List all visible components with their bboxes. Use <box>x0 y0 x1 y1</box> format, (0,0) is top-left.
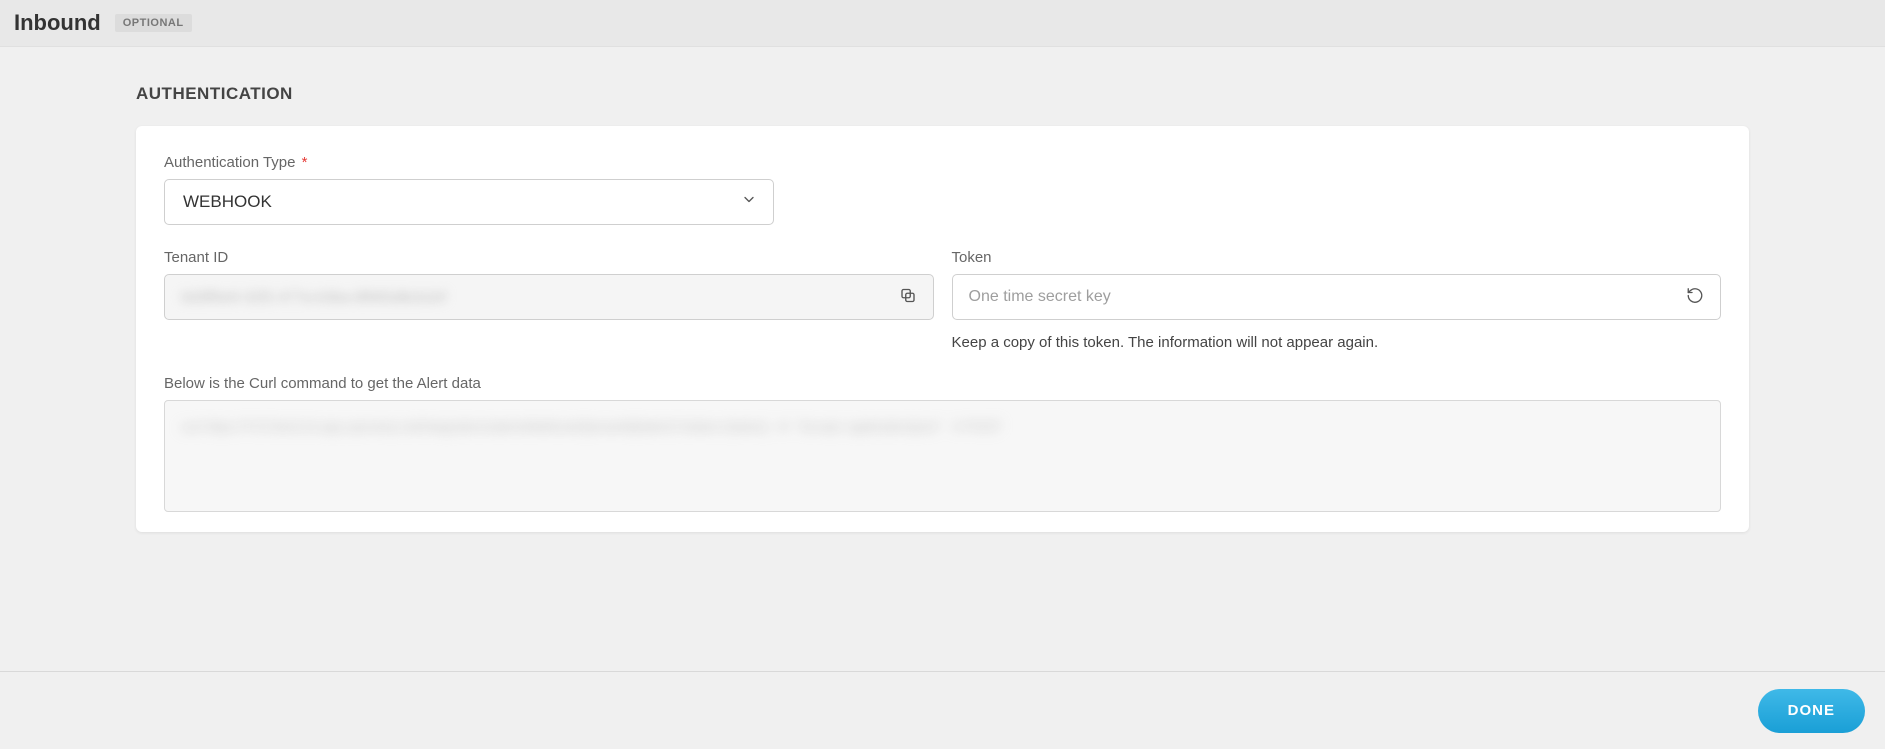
scroll-area[interactable]: AUTHENTICATION Authentication Type * WEB… <box>0 48 1885 671</box>
tenant-id-value: 0d3ff0e9-32f2-477a-b3ba-8f965d8cb2ef <box>181 289 446 306</box>
auth-card: Authentication Type * WEBHOOK Tenant ID <box>136 126 1749 532</box>
content-wrap: AUTHENTICATION Authentication Type * WEB… <box>0 48 1885 532</box>
copy-icon <box>899 287 917 308</box>
optional-badge: OPTIONAL <box>115 14 192 32</box>
regenerate-button[interactable] <box>1682 283 1708 312</box>
copy-button[interactable] <box>895 283 921 312</box>
curl-command-box[interactable]: curl https://YCC/tenit.int.app.opsramp.n… <box>164 400 1721 512</box>
token-label: Token <box>952 249 1722 266</box>
tenant-id-input-wrap: 0d3ff0e9-32f2-477a-b3ba-8f965d8cb2ef <box>164 274 934 320</box>
curl-command-text: curl https://YCC/tenit.int.app.opsramp.n… <box>181 415 1704 440</box>
chevron-down-icon <box>741 192 757 213</box>
auth-type-select[interactable]: WEBHOOK <box>164 179 774 225</box>
section-title: AUTHENTICATION <box>136 84 1749 104</box>
auth-type-label-text: Authentication Type <box>164 154 295 171</box>
id-token-row: Tenant ID 0d3ff0e9-32f2-477a-b3ba-8f965d… <box>164 249 1721 351</box>
auth-type-label: Authentication Type * <box>164 154 774 171</box>
done-button[interactable]: DONE <box>1758 689 1865 733</box>
token-helper-text: Keep a copy of this token. The informati… <box>952 334 1722 351</box>
token-input[interactable] <box>969 288 1677 306</box>
required-marker: * <box>302 154 308 171</box>
auth-type-field: Authentication Type * WEBHOOK <box>164 154 774 225</box>
refresh-icon <box>1686 287 1704 308</box>
footer-bar: DONE <box>0 671 1885 749</box>
token-field: Token Keep a copy of this token. The inf… <box>952 249 1722 351</box>
tenant-id-field: Tenant ID 0d3ff0e9-32f2-477a-b3ba-8f965d… <box>164 249 934 320</box>
page-header: Inbound OPTIONAL <box>0 0 1885 47</box>
token-input-wrap <box>952 274 1722 320</box>
page-title: Inbound <box>14 10 101 36</box>
auth-type-value: WEBHOOK <box>183 192 272 212</box>
curl-heading: Below is the Curl command to get the Ale… <box>164 375 1721 392</box>
tenant-id-label: Tenant ID <box>164 249 934 266</box>
